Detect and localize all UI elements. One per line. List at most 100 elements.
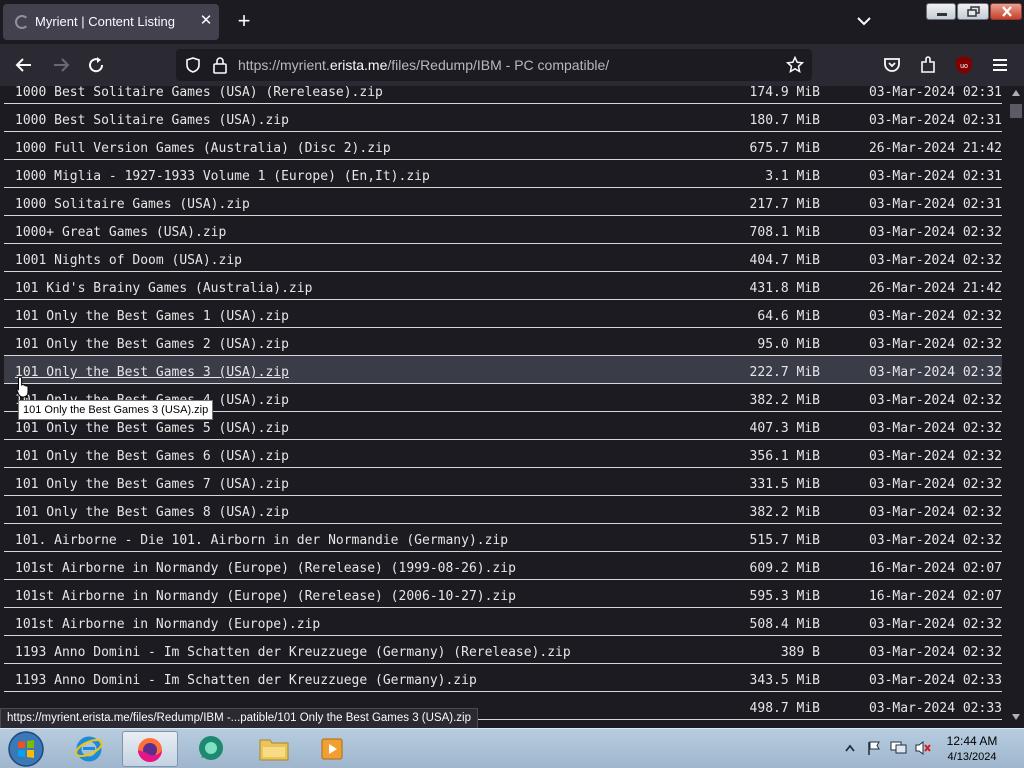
network-icon[interactable]	[890, 740, 908, 756]
url-bar[interactable]: https://myrient.erista.me/files/Redump/I…	[176, 49, 812, 81]
minimize-button[interactable]	[926, 3, 956, 20]
vertical-scrollbar[interactable]	[1008, 86, 1024, 728]
status-bar-url: https://myrient.erista.me/files/Redump/I…	[0, 708, 479, 730]
table-row[interactable]: 101st Airborne in Normandy (Europe).zip 5…	[4, 608, 1002, 636]
lock-icon[interactable]	[212, 56, 228, 74]
bookmark-star-icon[interactable]	[786, 56, 804, 74]
back-icon[interactable]	[13, 54, 35, 76]
table-row[interactable]: 1000 Miglia - 1927-1933 Volume 1 (Europe…	[4, 160, 1002, 188]
taskbar-media-player[interactable]	[306, 731, 362, 767]
table-row[interactable]: 101 Only the Best Games 7 (USA).zip 331.5…	[4, 468, 1002, 496]
table-row[interactable]: 101 Only the Best Games 2 (USA).zip 95.0 …	[4, 328, 1002, 356]
file-name-link[interactable]: 101 Only the Best Games 6 (USA).zip	[15, 449, 289, 464]
file-date: 03-Mar-2024 02:32	[868, 393, 1002, 408]
file-size: 222.7 MiB	[749, 365, 820, 380]
table-row[interactable]: 1193 Anno Domini - Im Schatten der Kreuz…	[4, 664, 1002, 692]
file-size: 95.0 MiB	[757, 337, 820, 352]
file-date: 03-Mar-2024 02:32	[868, 337, 1002, 352]
file-name-link[interactable]: 1000 Best Solitaire Games (USA).zip	[15, 113, 289, 128]
taskbar-internet-explorer[interactable]	[62, 731, 118, 767]
scroll-up-arrow-icon[interactable]	[1012, 90, 1020, 96]
file-date: 03-Mar-2024 02:31	[868, 86, 1002, 100]
forward-icon[interactable]	[50, 54, 72, 76]
new-tab-icon[interactable]: +	[233, 10, 255, 33]
table-row[interactable]: 101 Only the Best Games 8 (USA).zip 382.2…	[4, 496, 1002, 524]
file-name-link[interactable]: 1001 Nights of Doom (USA).zip	[15, 253, 242, 268]
restore-button[interactable]	[957, 3, 989, 20]
scroll-thumb[interactable]	[1010, 104, 1022, 118]
table-row[interactable]: 101 Only the Best Games 6 (USA).zip 356.1…	[4, 440, 1002, 468]
table-row[interactable]: 1001 Nights of Doom (USA).zip 404.7 MiB 03…	[4, 244, 1002, 272]
tab-close-icon[interactable]: ✕	[197, 12, 215, 30]
file-size: 217.7 MiB	[749, 197, 820, 212]
clock-time[interactable]: 12:44 AM	[936, 734, 1008, 748]
url-prefix: https://myrient.	[238, 57, 330, 73]
file-date: 03-Mar-2024 02:31	[868, 169, 1002, 184]
file-size: 675.7 MiB	[749, 141, 820, 156]
file-name-link[interactable]: 101 Only the Best Games 7 (USA).zip	[15, 477, 289, 492]
show-hidden-icons-icon[interactable]	[844, 743, 856, 753]
table-row[interactable]: 1000 Full Version Games (Australia) (Dis…	[4, 132, 1002, 160]
file-name-link[interactable]: 101 Only the Best Games 8 (USA).zip	[15, 505, 289, 520]
file-name-link[interactable]: 101. Airborne - Die 101. Airborn in der …	[15, 533, 508, 548]
table-row[interactable]: 101 Kid's Brainy Games (Australia).zip 43…	[4, 272, 1002, 300]
table-row[interactable]: 101 Only the Best Games 3 (USA).zip 222.7…	[4, 356, 1002, 384]
file-name-link[interactable]: 101st Airborne in Normandy (Europe) (Rer…	[15, 589, 516, 604]
table-row[interactable]: 1193 Anno Domini - Im Schatten der Kreuz…	[4, 636, 1002, 664]
file-date: 03-Mar-2024 02:33	[868, 701, 1002, 716]
media-player-icon	[321, 738, 343, 760]
file-name-link[interactable]: 1193 Anno Domini - Im Schatten der Kreuz…	[15, 645, 571, 660]
url-path: /files/Redump/IBM - PC compatible/	[387, 57, 610, 73]
file-date: 16-Mar-2024 02:07	[868, 589, 1002, 604]
taskbar-chat-app[interactable]	[184, 731, 240, 767]
table-row[interactable]: 101. Airborne - Die 101. Airborn in der …	[4, 524, 1002, 552]
firefox-icon	[138, 738, 162, 762]
file-name-link[interactable]: 1000+ Great Games (USA).zip	[15, 225, 226, 240]
file-name-link[interactable]: 101 Only the Best Games 5 (USA).zip	[15, 421, 289, 436]
file-name-link[interactable]: 101 Only the Best Games 1 (USA).zip	[15, 309, 289, 324]
file-name-link[interactable]: 1000 Solitaire Games (USA).zip	[15, 197, 250, 212]
file-name-link[interactable]: 101st Airborne in Normandy (Europe) (Rer…	[15, 561, 516, 576]
title-bar: Myrient | Content Listing ✕ +	[0, 0, 1024, 44]
file-name-link[interactable]: 1000 Best Solitaire Games (USA) (Rerelea…	[15, 86, 383, 100]
list-all-tabs-icon[interactable]	[855, 12, 873, 30]
clock-date[interactable]: 4/13/2024	[936, 751, 1008, 763]
tracking-protection-shield-icon[interactable]	[184, 56, 202, 74]
file-size: 404.7 MiB	[749, 253, 820, 268]
start-button-icon[interactable]	[6, 730, 46, 768]
taskbar-firefox[interactable]	[122, 731, 178, 767]
menu-icon[interactable]	[989, 54, 1011, 76]
table-row[interactable]: 101 Only the Best Games 1 (USA).zip 64.6 …	[4, 300, 1002, 328]
file-name-link[interactable]: 1000 Miglia - 1927-1933 Volume 1 (Europe…	[15, 169, 430, 184]
taskbar-file-explorer[interactable]	[246, 731, 302, 767]
table-row[interactable]: 101st Airborne in Normandy (Europe) (Rer…	[4, 580, 1002, 608]
svg-text:uo: uo	[960, 63, 968, 70]
table-row[interactable]: 1000+ Great Games (USA).zip 708.1 MiB 03-M…	[4, 216, 1002, 244]
extensions-icon[interactable]	[917, 54, 939, 76]
scroll-down-arrow-icon[interactable]	[1012, 714, 1020, 720]
file-name-link[interactable]: 1000 Full Version Games (Australia) (Dis…	[15, 141, 391, 156]
url-text[interactable]: https://myrient.erista.me/files/Redump/I…	[238, 57, 609, 73]
close-window-button[interactable]	[990, 3, 1022, 20]
file-name-link[interactable]: 101 Only the Best Games 2 (USA).zip	[15, 337, 289, 352]
file-name-link[interactable]: 1193 Anno Domini - Im Schatten der Kreuz…	[15, 673, 477, 688]
reload-icon[interactable]	[85, 54, 107, 76]
action-center-flag-icon[interactable]	[866, 740, 882, 756]
ublock-origin-icon[interactable]: uo	[953, 54, 975, 76]
volume-muted-icon[interactable]	[914, 740, 932, 756]
file-name-link[interactable]: 101 Kid's Brainy Games (Australia).zip	[15, 281, 312, 296]
file-size: 609.2 MiB	[749, 561, 820, 576]
table-row[interactable]: 1000 Solitaire Games (USA).zip 217.7 MiB 0…	[4, 188, 1002, 216]
tab-myrient[interactable]: Myrient | Content Listing ✕	[3, 4, 219, 40]
file-size: 431.8 MiB	[749, 281, 820, 296]
file-date: 03-Mar-2024 02:32	[868, 253, 1002, 268]
file-date: 03-Mar-2024 02:32	[868, 421, 1002, 436]
table-row[interactable]: 101st Airborne in Normandy (Europe) (Rer…	[4, 552, 1002, 580]
file-date: 03-Mar-2024 02:31	[868, 113, 1002, 128]
table-row[interactable]: 1000 Best Solitaire Games (USA).zip 180.7…	[4, 104, 1002, 132]
table-row[interactable]: 1000 Best Solitaire Games (USA) (Rerelea…	[4, 86, 1002, 104]
file-name-link[interactable]: 101st Airborne in Normandy (Europe).zip	[15, 617, 320, 632]
file-name-link[interactable]: 101 Only the Best Games 3 (USA).zip	[15, 365, 289, 380]
file-size: 498.7 MiB	[749, 701, 820, 716]
pocket-icon[interactable]	[881, 54, 903, 76]
